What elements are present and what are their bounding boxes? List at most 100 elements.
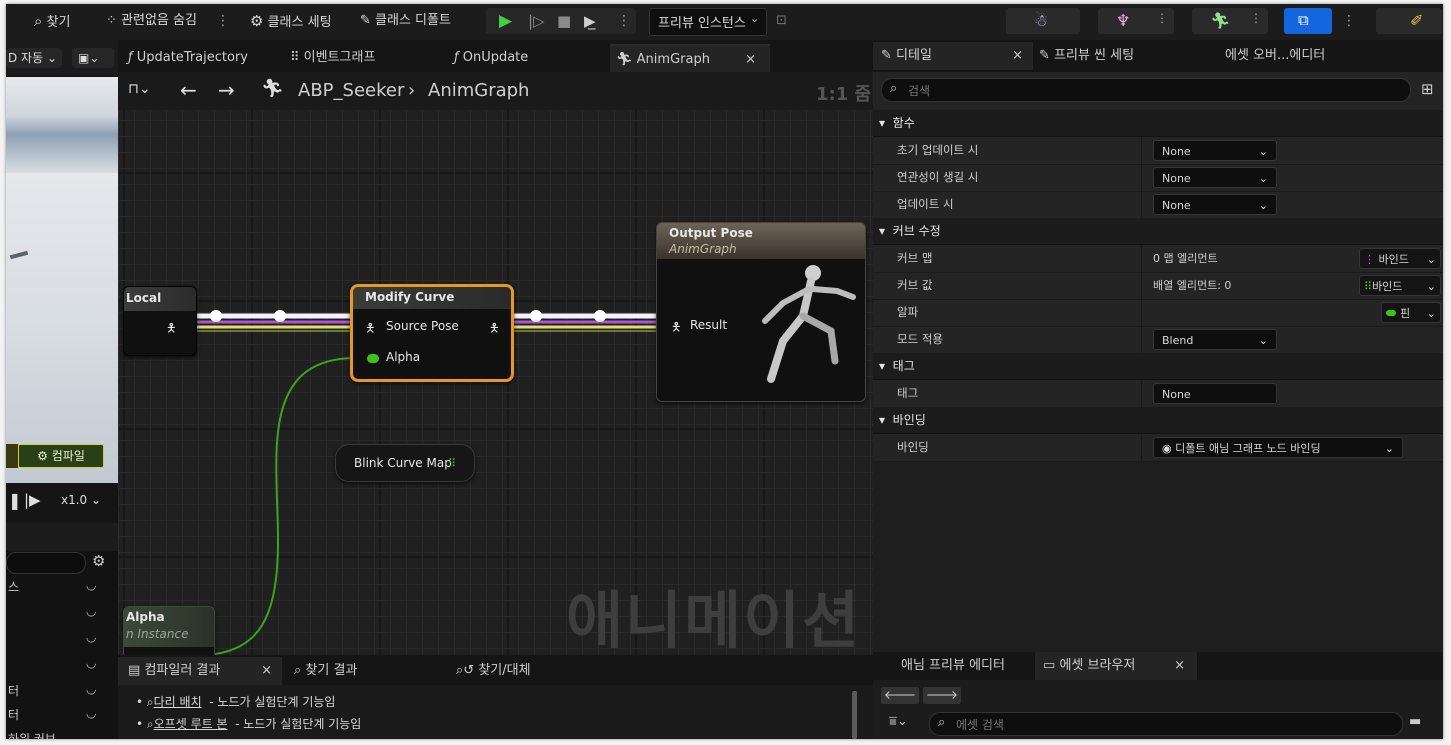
details-search-input[interactable]: ⌕ 검색 (881, 78, 1411, 102)
physics-mode-button[interactable]: ✐ (1376, 8, 1442, 34)
category-function[interactable]: ▾ 함수 (873, 110, 1443, 137)
array-grid-icon: ⠿ (1364, 280, 1373, 293)
alpha-pin-icon[interactable] (367, 354, 379, 363)
category-binding[interactable]: ▾ 바인딩 (873, 407, 1443, 434)
debug-filter-icon[interactable]: ⊡ (776, 11, 787, 31)
result-pin-icon[interactable]: 🯅 (671, 318, 682, 339)
tab-asset-override-editor[interactable]: 에셋 오버...에디터 (1225, 42, 1325, 70)
lod-dropdown[interactable]: D 자동 ⌄ (6, 48, 62, 68)
tab-anim-preview-editor[interactable]: 애님 프리뷰 에디터 (901, 652, 1005, 680)
class-defaults-button[interactable]: ✎ 클래스 디폴트 (360, 11, 451, 31)
close-icon[interactable]: × (1174, 652, 1185, 680)
play-icon[interactable]: ▶ (499, 11, 512, 31)
find-button[interactable]: ⌕ 찾기 (34, 11, 70, 31)
tab-asset-browser[interactable]: ▭ 에셋 브라우저 × (1035, 652, 1197, 680)
pencil-icon: ✎ (881, 48, 892, 63)
apply-mode-dropdown[interactable]: Blend ⌄ (1153, 329, 1277, 350)
list-item[interactable]: 터 (8, 682, 19, 699)
blink-curve-map-node[interactable]: Blink Curve Map ⠿ (335, 444, 475, 482)
on-update-dropdown[interactable]: None ⌄ (1153, 194, 1277, 215)
row-divider (1141, 272, 1142, 299)
eye-closed-icon[interactable]: ◡ (86, 604, 96, 618)
output-pose-node[interactable]: Output Pose AnimGraph 🯅 Result (656, 222, 866, 402)
result-link[interactable]: 오프셋 루트 본 (154, 717, 228, 731)
filter-icon[interactable]: ⩸⌄ (889, 714, 908, 729)
output-pose-pin-icon[interactable]: 🯅 (489, 319, 500, 340)
back-arrow-icon[interactable]: 🡐 (881, 687, 919, 704)
animation-mode-button[interactable]: 🏃︎ ⋮ (1192, 8, 1268, 34)
asset-search-input[interactable]: ⌕ 에셋 검색 (929, 712, 1403, 736)
source-pose-pin-icon[interactable]: 🯅 (365, 319, 376, 340)
hide-unrelated-button[interactable]: ⁘ 관련없음 숨김 (106, 11, 197, 31)
list-item[interactable]: 터 (8, 706, 19, 723)
preview-viewport[interactable]: D 자동 ⌄ ▣⌄ ⚙ 컴파일 ❚ |▶ x1.0 ⌄ ⚙ 스 ◡ ◡ ◡ ◡ … (6, 40, 118, 739)
list-item[interactable]: 스 (8, 578, 19, 595)
tab-details[interactable]: ✎ 디테일 × (873, 42, 1033, 70)
eject-icon[interactable]: ▶̲ (584, 11, 596, 31)
tag-input[interactable]: None (1153, 383, 1277, 404)
preview-instance-dropdown[interactable]: 프리뷰 인스턴스 ⌄ (649, 8, 767, 36)
category-modify-curve[interactable]: ▾ 커브 수정 (873, 218, 1443, 245)
become-relevant-dropdown[interactable]: None ⌄ (1153, 167, 1277, 188)
chevron-down-icon: ⌄ (1258, 199, 1268, 212)
stop-icon[interactable]: ■ (557, 11, 571, 31)
collapse-arrow-icon: ▾ (879, 116, 886, 130)
viewport-edge-button[interactable] (6, 444, 18, 468)
close-icon[interactable]: × (1012, 42, 1023, 70)
blueprint-mode-button[interactable]: ⧉ (1284, 8, 1332, 34)
eye-closed-icon[interactable]: ◡ (86, 682, 96, 696)
search-icon: ⌕ (938, 715, 946, 730)
forward-arrow-icon[interactable]: 🡒 (923, 687, 961, 704)
mesh-overflow-icon[interactable]: ⋮ (1156, 11, 1168, 25)
row-alpha: 알파 핀 ⌄ (873, 299, 1443, 327)
initial-update-dropdown[interactable]: None ⌄ (1153, 140, 1277, 161)
class-settings-button[interactable]: ⚙ 클래스 세팅 (250, 11, 332, 31)
gear-icon[interactable]: ⚙ (92, 552, 105, 570)
eye-closed-icon[interactable]: ◡ (86, 630, 96, 644)
folder-icon[interactable]: ▬ (1409, 714, 1421, 729)
eye-closed-icon[interactable]: ◡ (86, 706, 96, 720)
row-divider (1141, 137, 1142, 164)
pause-icon[interactable]: ❚ (8, 491, 21, 510)
curve-list: 스 ◡ ◡ ◡ ◡ 터 ◡ 터 ◡ 하위 커브 (6, 578, 118, 739)
category-tag[interactable]: ▾ 태그 (873, 353, 1443, 380)
blueprint-overflow-icon[interactable]: ⋮ (1342, 12, 1356, 30)
find-icon: ⌕ (34, 12, 43, 30)
curve-map-bind-dropdown[interactable]: ⋮ 바인드 ⌄ (1359, 248, 1441, 269)
alpha-pin-dropdown[interactable]: 핀 ⌄ (1381, 302, 1441, 323)
step-forward-icon[interactable]: |▶ (24, 491, 41, 509)
compiler-results-icon: ▤ (128, 663, 141, 678)
chevron-down-icon: ⌄ (1258, 172, 1268, 185)
tab-find-results[interactable]: ⌕ 찾기 결과 (294, 657, 357, 685)
modify-curve-node[interactable]: Modify Curve 🯅 Source Pose 🯅 Alpha (350, 284, 514, 382)
list-item: • ⌕다리 배치 - 노드가 실험단계 기능임 (136, 695, 336, 709)
property-matrix-icon[interactable]: ⊞ (1421, 80, 1434, 98)
playback-speed[interactable]: x1.0 ⌄ (61, 493, 101, 507)
viewport-search-input[interactable] (6, 552, 86, 574)
local-node[interactable]: Local 🯅 (123, 286, 197, 356)
tab-find-replace[interactable]: ⌕↺ 찾기/대체 (456, 657, 531, 685)
camera-dropdown[interactable]: ▣⌄ (72, 48, 114, 68)
tab-preview-scene-settings[interactable]: ✎ 프리뷰 씬 세팅 (1039, 42, 1134, 70)
anim-overflow-icon[interactable]: ⋮ (1250, 11, 1262, 25)
tab-compiler-results[interactable]: ▤ 컴파일러 결과 × (118, 657, 282, 685)
skeleton-mode-button[interactable]: ☃ (1006, 8, 1080, 34)
pose-pin-icon[interactable]: 🯅 (166, 319, 177, 340)
editor-window: ⌕ 찾기 ⁘ 관련없음 숨김 ⋮ ⚙ 클래스 세팅 ✎ 클래스 디폴트 ▶ |▷… (6, 4, 1443, 739)
results-scrollbar[interactable] (852, 691, 857, 739)
eye-closed-icon[interactable]: ◡ (86, 578, 96, 592)
step-icon[interactable]: |▷ (528, 11, 545, 31)
mesh-mode-button[interactable]: ♆ ⋮ (1098, 8, 1174, 34)
curve-values-bind-dropdown[interactable]: ⠿바인드 ⌄ (1359, 275, 1441, 296)
compile-button[interactable]: ⚙ 컴파일 (18, 444, 104, 468)
play-overflow-icon[interactable]: ⋮ (617, 12, 631, 30)
result-link[interactable]: 다리 배치 (154, 695, 202, 709)
list-item[interactable]: 하위 커브 (8, 730, 56, 739)
eye-closed-icon[interactable]: ◡ (86, 656, 96, 670)
close-icon[interactable]: × (261, 657, 272, 685)
alpha-node[interactable]: Alpha n Instance (123, 606, 215, 655)
binding-dropdown[interactable]: ◉ 디폴트 애님 그래프 노드 바인딩 ⌄ (1153, 437, 1403, 458)
anim-graph-panel[interactable]: ƒ UpdateTrajectory ⠿ 이벤트그래프 ƒ OnUpdate 🏃… (118, 40, 873, 655)
toolbar-overflow-icon[interactable]: ⋮ (216, 12, 230, 30)
asset-browser-panel: 애님 프리뷰 에디터 ▭ 에셋 브라우저 × 🡐 🡒 ⩸⌄ ⌕ 에셋 검색 ▬ (873, 652, 1443, 739)
